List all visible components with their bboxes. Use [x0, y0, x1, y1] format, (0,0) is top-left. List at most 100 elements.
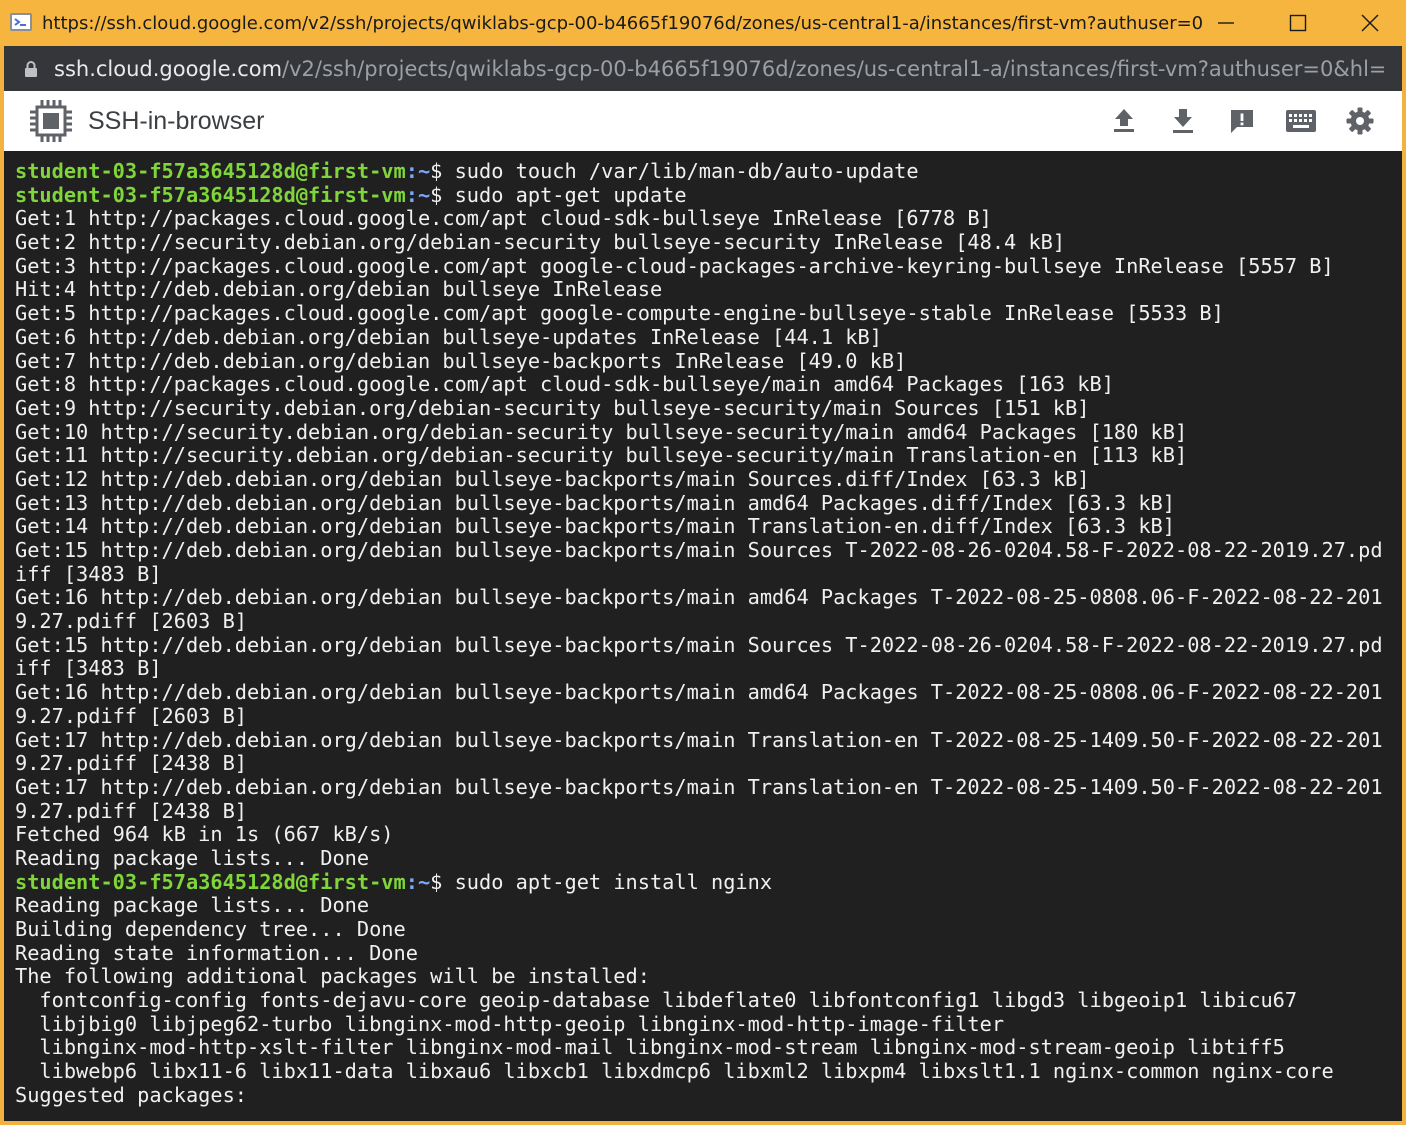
output-text: Get:17 http://deb.debian.org/debian bull…: [15, 727, 1383, 752]
prompt-separator: :: [405, 869, 418, 894]
prompt-user: student-03-f57a3645128d@first-vm: [15, 182, 406, 207]
output-text: Get:15 http://deb.debian.org/debian bull…: [15, 632, 1383, 657]
close-icon: [1361, 14, 1379, 32]
terminal-output-line: libwebp6 libx11-6 libx11-data libxau6 li…: [15, 1059, 1383, 1084]
terminal-output-line: The following additional packages will b…: [15, 965, 1383, 989]
terminal-output-line: Get:17 http://deb.debian.org/debian bull…: [15, 727, 1383, 753]
terminal-output-line: libjbig0 libjpeg62-turbo libnginx-mod-ht…: [15, 1011, 1383, 1037]
window-bottom-border: [0, 1121, 1406, 1125]
terminal-output-line: Get:2 http://security.debian.org/debian-…: [15, 230, 1383, 255]
terminal-output-line: 9.27.pdiff [2438 B]: [15, 751, 1383, 776]
prompt-user: student-03-f57a3645128d@first-vm: [15, 159, 406, 183]
url-text[interactable]: ssh.cloud.google.com/v2/ssh/projects/qwi…: [54, 57, 1384, 81]
terminal-output-line: Get:10 http://security.debian.org/debian…: [15, 419, 1383, 445]
lock-icon: [25, 60, 37, 77]
terminal-output-line: fontconfig-config fonts-dejavu-core geoi…: [15, 988, 1383, 1013]
keyboard-button[interactable]: [1283, 103, 1319, 139]
terminal-output-line: Get:5 http://packages.cloud.google.com/a…: [15, 301, 1383, 326]
prompt-path: ~: [417, 869, 431, 894]
keyboard-icon: [1286, 110, 1316, 132]
feedback-icon: [1231, 110, 1253, 133]
output-text: Reading package lists... Done: [15, 893, 370, 918]
terminal-output-line: Get:16 http://deb.debian.org/debian bull…: [15, 586, 1383, 610]
upload-icon: [1114, 109, 1134, 132]
terminal-output-line: Get:3 http://packages.cloud.google.com/a…: [15, 253, 1383, 279]
output-text: Get:10 http://security.debian.org/debian…: [15, 419, 1188, 444]
address-bar[interactable]: ssh.cloud.google.com/v2/ssh/projects/qwi…: [4, 46, 1402, 91]
terminal-prompt-line: student-03-f57a3645128d@first-vm:~$ sudo…: [15, 182, 1383, 208]
url-host: ssh.cloud.google.com: [54, 56, 283, 81]
terminal-output-line: Get:15 http://deb.debian.org/debian bull…: [15, 632, 1383, 658]
output-text: iff [3483 B]: [15, 656, 162, 681]
gear-icon: [1346, 107, 1374, 135]
browser-window: https://ssh.cloud.google.com/v2/ssh/proj…: [0, 0, 1406, 1125]
app-brand: SSH-in-browser: [88, 106, 265, 135]
ssh-header: SSH-in-browser: [4, 91, 1402, 151]
output-text: Get:11 http://security.debian.org/debian…: [15, 443, 1188, 468]
output-text: Get:12 http://deb.debian.org/debian bull…: [15, 466, 1090, 491]
output-text: 9.27.pdiff [2438 B]: [15, 798, 247, 823]
url-path: /v2/ssh/projects/qwiklabs-gcp-00-b4665f1…: [282, 56, 1384, 81]
output-text: fontconfig-config fonts-dejavu-core geoi…: [15, 988, 1298, 1013]
terminal-output: student-03-f57a3645128d@first-vm:~$ sudo…: [15, 159, 1383, 1108]
terminal-output-line: 9.27.pdiff [2438 B]: [15, 798, 1383, 824]
output-text: Reading state information... Done: [15, 940, 418, 965]
output-text: Reading package lists... Done: [15, 845, 370, 870]
prompt-dollar: $: [430, 159, 455, 183]
upload-file-button[interactable]: [1106, 103, 1142, 139]
prompt-command: sudo touch /var/lib/man-db/auto-update: [454, 159, 919, 183]
compute-chip-icon: [30, 100, 72, 142]
terminal-output-line: iff [3483 B]: [15, 657, 1383, 681]
output-text: Get:14 http://deb.debian.org/debian bull…: [15, 514, 1175, 539]
download-file-button[interactable]: [1165, 103, 1201, 139]
terminal-output-line: Building dependency tree... Done: [15, 917, 1383, 942]
output-text: Get:13 http://deb.debian.org/debian bull…: [15, 490, 1175, 515]
terminal-output-line: Fetched 964 kB in 1s (667 kB/s): [15, 822, 1383, 847]
terminal-prompt-line: student-03-f57a3645128d@first-vm:~$ sudo…: [15, 869, 1383, 895]
feedback-button[interactable]: [1224, 103, 1260, 139]
output-text: iff [3483 B]: [15, 561, 162, 586]
output-text: Get:3 http://packages.cloud.google.com/a…: [15, 253, 1334, 278]
output-text: Get:15 http://deb.debian.org/debian bull…: [15, 538, 1383, 562]
terminal-output-line: Suggested packages:: [15, 1082, 1383, 1108]
output-text: Get:1 http://packages.cloud.google.com/a…: [15, 206, 992, 231]
output-text: 9.27.pdiff [2603 B]: [15, 609, 247, 634]
terminal-output-line: Get:15 http://deb.debian.org/debian bull…: [15, 538, 1383, 563]
terminal-prompt-line: student-03-f57a3645128d@first-vm:~$ sudo…: [15, 159, 1383, 184]
output-text: Get:5 http://packages.cloud.google.com/a…: [15, 301, 1224, 326]
minimize-button[interactable]: [1190, 0, 1262, 46]
settings-button[interactable]: [1342, 103, 1378, 139]
output-text: Get:9 http://security.debian.org/debian-…: [15, 395, 1090, 420]
output-text: Suggested packages:: [15, 1082, 247, 1107]
terminal-output-line: Get:8 http://packages.cloud.google.com/a…: [15, 372, 1383, 397]
terminal-output-line: Reading state information... Done: [15, 940, 1383, 966]
terminal-output-line: Get:14 http://deb.debian.org/debian bull…: [15, 514, 1383, 539]
terminal[interactable]: student-03-f57a3645128d@first-vm:~$ sudo…: [4, 151, 1402, 1121]
terminal-output-line: Get:17 http://deb.debian.org/debian bull…: [15, 775, 1383, 800]
output-text: The following additional packages will b…: [15, 964, 650, 989]
terminal-output-line: Hit:4 http://deb.debian.org/debian bulls…: [15, 278, 1383, 302]
terminal-output-line: Get:7 http://deb.debian.org/debian bulls…: [15, 349, 1383, 374]
prompt-command: sudo apt-get install nginx: [454, 869, 773, 894]
maximize-icon: [1289, 14, 1307, 32]
output-text: libnginx-mod-http-xslt-filter libnginx-m…: [15, 1035, 1285, 1060]
window-title: https://ssh.cloud.google.com/v2/ssh/proj…: [42, 12, 1202, 34]
prompt-separator: :: [405, 182, 418, 207]
download-icon: [1173, 109, 1193, 133]
output-text: Building dependency tree... Done: [15, 917, 406, 941]
prompt-path: ~: [417, 159, 431, 183]
maximize-button[interactable]: [1262, 0, 1334, 46]
terminal-output-line: Get:12 http://deb.debian.org/debian bull…: [15, 466, 1383, 492]
output-text: libwebp6 libx11-6 libx11-data libxau6 li…: [15, 1059, 1334, 1084]
terminal-output-line: iff [3483 B]: [15, 561, 1383, 587]
terminal-output-line: Get:9 http://security.debian.org/debian-…: [15, 395, 1383, 421]
terminal-output-line: 9.27.pdiff [2603 B]: [15, 703, 1383, 729]
output-text: libjbig0 libjpeg62-turbo libnginx-mod-ht…: [15, 1011, 1005, 1036]
terminal-output-line: Get:11 http://security.debian.org/debian…: [15, 443, 1383, 468]
output-text: Get:8 http://packages.cloud.google.com/a…: [15, 372, 1114, 397]
close-button[interactable]: [1334, 0, 1406, 46]
window-titlebar[interactable]: https://ssh.cloud.google.com/v2/ssh/proj…: [0, 0, 1406, 46]
output-text: 9.27.pdiff [2603 B]: [15, 703, 247, 728]
terminal-output-line: 9.27.pdiff [2603 B]: [15, 609, 1383, 634]
prompt-user: student-03-f57a3645128d@first-vm: [15, 869, 406, 894]
